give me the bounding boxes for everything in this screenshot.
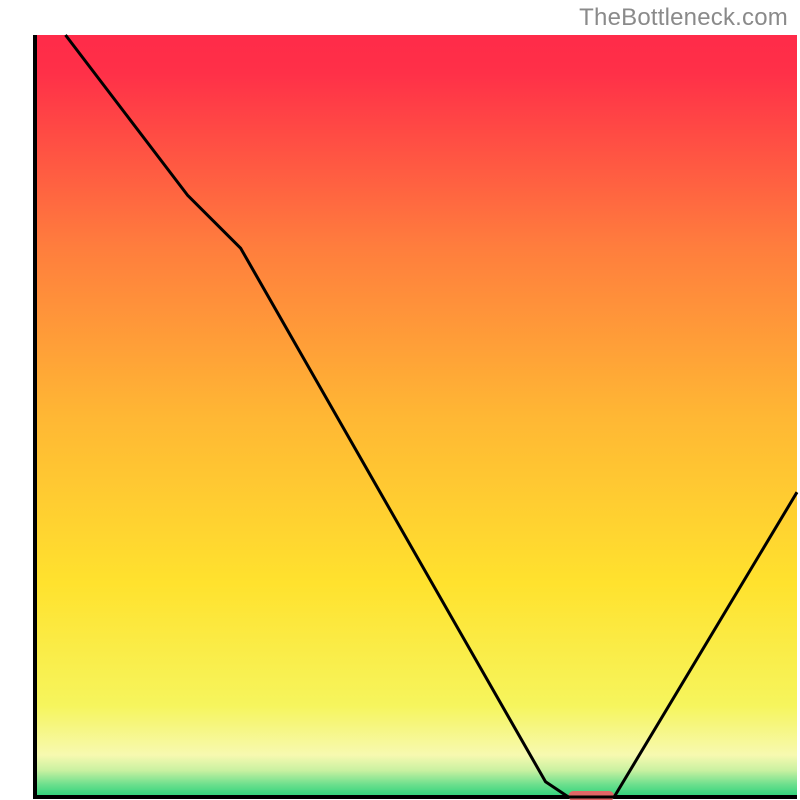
bottleneck-chart: TheBottleneck.com	[0, 0, 800, 800]
watermark-text: TheBottleneck.com	[579, 4, 788, 32]
chart-svg	[0, 0, 800, 800]
